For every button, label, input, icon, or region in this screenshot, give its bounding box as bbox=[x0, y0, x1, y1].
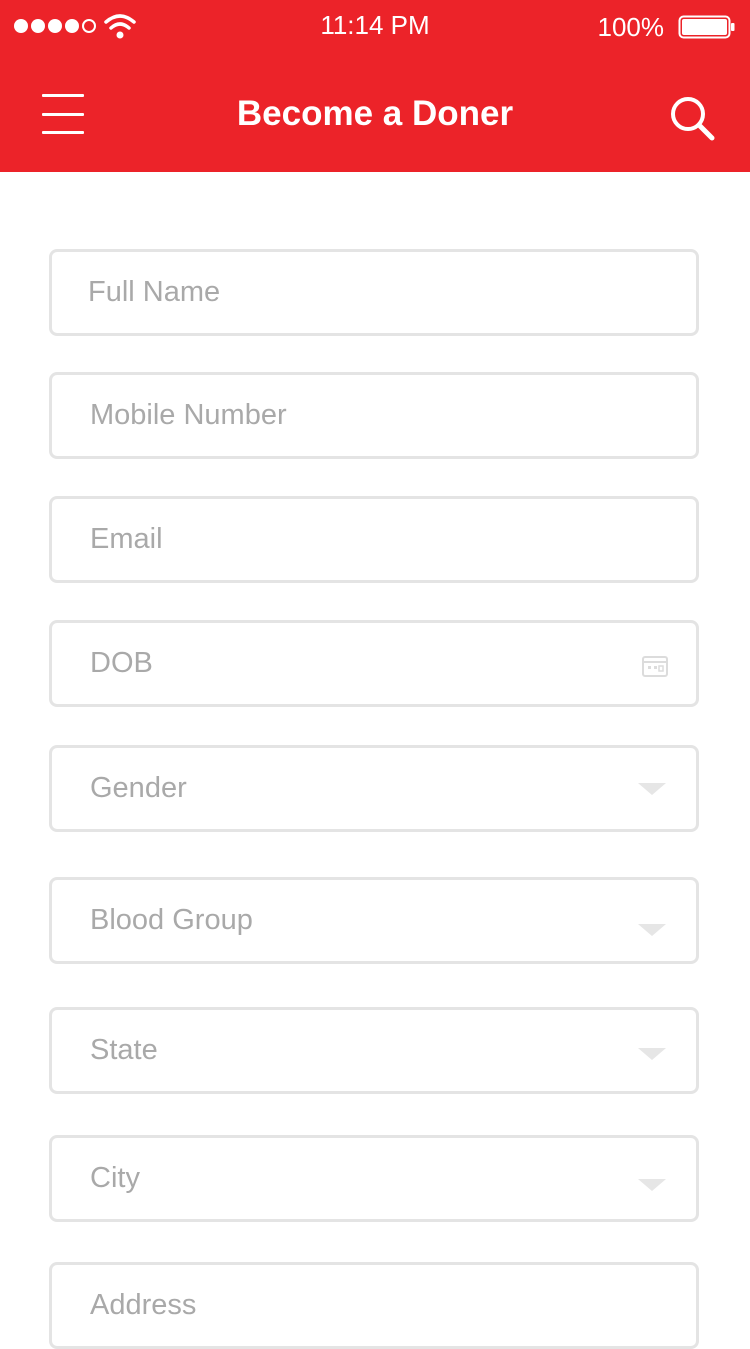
navigation-bar: Become a Doner bbox=[0, 54, 750, 172]
email-field[interactable]: Email bbox=[49, 496, 699, 583]
chevron-down-icon bbox=[638, 923, 666, 936]
blood-group-placeholder: Blood Group bbox=[90, 904, 253, 936]
battery-icon bbox=[678, 15, 735, 39]
gender-placeholder: Gender bbox=[90, 772, 187, 804]
full-name-placeholder: Full Name bbox=[88, 276, 221, 308]
gender-select[interactable]: Gender bbox=[49, 745, 699, 832]
city-select[interactable]: City bbox=[49, 1135, 699, 1222]
address-placeholder: Address bbox=[90, 1289, 197, 1321]
mobile-number-placeholder: Mobile Number bbox=[90, 399, 287, 431]
battery-percent: 100% bbox=[597, 12, 665, 42]
chevron-down-icon bbox=[638, 1178, 666, 1191]
status-bar: 11:14 PM 100% bbox=[0, 0, 750, 54]
mobile-number-field[interactable]: Mobile Number bbox=[49, 372, 699, 459]
state-placeholder: State bbox=[90, 1034, 158, 1066]
state-select[interactable]: State bbox=[49, 1007, 699, 1094]
chevron-down-icon bbox=[638, 1047, 666, 1060]
email-placeholder: Email bbox=[90, 523, 163, 555]
page-title: Become a Doner bbox=[236, 94, 514, 133]
city-placeholder: City bbox=[90, 1162, 140, 1194]
address-field[interactable]: Address bbox=[49, 1262, 699, 1349]
full-name-field[interactable]: Full Name bbox=[49, 249, 699, 336]
blood-group-select[interactable]: Blood Group bbox=[49, 877, 699, 964]
dob-placeholder: DOB bbox=[90, 647, 153, 679]
dob-field[interactable]: DOB bbox=[49, 620, 699, 707]
search-icon[interactable] bbox=[668, 94, 716, 142]
chevron-down-icon bbox=[638, 782, 666, 795]
app-header: 11:14 PM 100% Become a Doner bbox=[0, 0, 750, 172]
calendar-icon[interactable] bbox=[642, 655, 668, 677]
